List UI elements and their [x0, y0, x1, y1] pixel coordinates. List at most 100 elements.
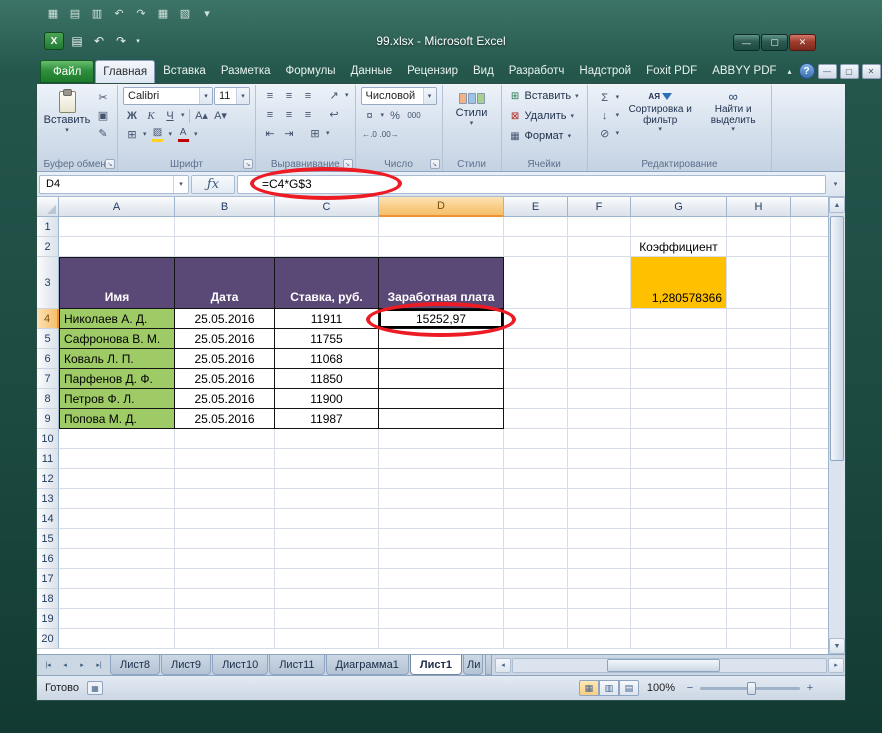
cell-C11[interactable] [275, 449, 379, 469]
cell-H17[interactable] [727, 569, 791, 589]
cell-D3[interactable]: Заработная плата [379, 257, 504, 309]
cell-D17[interactable] [379, 569, 504, 589]
cell-C16[interactable] [275, 549, 379, 569]
cell-A5[interactable]: Сафронова В. М. [59, 329, 175, 349]
tab-Вставка[interactable]: Вставка [156, 60, 213, 83]
cell-E6[interactable] [504, 349, 568, 369]
cell-G20[interactable] [631, 629, 727, 649]
orientation-dropdown-icon[interactable]: ▾ [344, 92, 350, 99]
row-header-10[interactable]: 10 [37, 429, 59, 449]
cell-B12[interactable] [175, 469, 275, 489]
cell-B6[interactable]: 25.05.2016 [175, 349, 275, 369]
save-icon[interactable]: ▤ [66, 5, 84, 22]
align-bottom-icon[interactable]: ≡ [299, 87, 317, 104]
column-header-D[interactable]: D [379, 197, 504, 217]
cell-G18[interactable] [631, 589, 727, 609]
row-header-19[interactable]: 19 [37, 609, 59, 629]
column-header-C[interactable]: C [275, 197, 379, 217]
cell-F18[interactable] [568, 589, 631, 609]
row-header-4[interactable]: 4 [37, 309, 59, 329]
cell-F1[interactable] [568, 217, 631, 237]
cell-E18[interactable] [504, 589, 568, 609]
row-header-18[interactable]: 18 [37, 589, 59, 609]
cell-C20[interactable] [275, 629, 379, 649]
cell-C9[interactable]: 11987 [275, 409, 379, 429]
zoom-in-icon[interactable]: + [803, 681, 817, 695]
cell-G5[interactable] [631, 329, 727, 349]
cell-E14[interactable] [504, 509, 568, 529]
column-header-B[interactable]: B [175, 197, 275, 217]
workbook-restore-icon[interactable]: ▢ [840, 64, 859, 79]
cell-G7[interactable] [631, 369, 727, 389]
percent-format-icon[interactable]: % [386, 107, 404, 124]
sheet-tab-Лист1[interactable]: Лист1 [410, 655, 462, 675]
cell-E17[interactable] [504, 569, 568, 589]
cell-C17[interactable] [275, 569, 379, 589]
cell-A19[interactable] [59, 609, 175, 629]
cell-C3[interactable]: Ставка, руб. [275, 257, 379, 309]
cell-F7[interactable] [568, 369, 631, 389]
cell-A1[interactable] [59, 217, 175, 237]
excel-window-icon[interactable]: ▦ [44, 5, 62, 22]
cell-D10[interactable] [379, 429, 504, 449]
bold-button[interactable]: Ж [123, 107, 141, 124]
cell-C5[interactable]: 11755 [275, 329, 379, 349]
cell-D20[interactable] [379, 629, 504, 649]
tab-Надстрой[interactable]: Надстрой [572, 60, 638, 83]
font-color-dropdown-icon[interactable]: ▾ [193, 131, 199, 138]
cell-B19[interactable] [175, 609, 275, 629]
row-header-14[interactable]: 14 [37, 509, 59, 529]
cell-D16[interactable] [379, 549, 504, 569]
cell-E15[interactable] [504, 529, 568, 549]
cell-B15[interactable] [175, 529, 275, 549]
cell-F8[interactable] [568, 389, 631, 409]
sheet-tab-Лист10[interactable]: Лист10 [212, 655, 268, 675]
cell-A10[interactable] [59, 429, 175, 449]
number-format-dropdown-icon[interactable]: ▾ [423, 88, 436, 104]
cell-A15[interactable] [59, 529, 175, 549]
cell-H13[interactable] [727, 489, 791, 509]
number-format-select[interactable]: Числовой ▾ [361, 87, 437, 105]
cell-B1[interactable] [175, 217, 275, 237]
cell-C7[interactable]: 11850 [275, 369, 379, 389]
resize-grip[interactable] [825, 676, 837, 700]
cell-F17[interactable] [568, 569, 631, 589]
cell-D15[interactable] [379, 529, 504, 549]
cell-E3[interactable] [504, 257, 568, 309]
cell-B3[interactable]: Дата [175, 257, 275, 309]
horizontal-scrollbar[interactable]: ◂ ▸ [494, 655, 845, 675]
font-family-select[interactable]: Calibri ▾ [123, 87, 213, 105]
cell-F3[interactable] [568, 257, 631, 309]
cell-D4[interactable]: 15252,97 [379, 309, 504, 329]
last-sheet-icon[interactable]: ▸| [91, 657, 107, 673]
cell-H2[interactable] [727, 237, 791, 257]
help-icon[interactable]: ? [799, 63, 815, 79]
cell-A18[interactable] [59, 589, 175, 609]
cell-B11[interactable] [175, 449, 275, 469]
cell-A11[interactable] [59, 449, 175, 469]
decrease-indent-icon[interactable]: ⇤ [261, 125, 279, 142]
currency-dropdown-icon[interactable]: ▾ [380, 112, 386, 119]
cell-C14[interactable] [275, 509, 379, 529]
borders-icon[interactable]: ⊞ [123, 126, 141, 143]
cell-A9[interactable]: Попова М. Д. [59, 409, 175, 429]
cell-H15[interactable] [727, 529, 791, 549]
autosum-icon[interactable]: Σ [596, 89, 614, 106]
cell-F12[interactable] [568, 469, 631, 489]
cell-G3[interactable]: 1,280578366 [631, 257, 727, 309]
cell-A3[interactable]: Имя [59, 257, 175, 309]
cell-H4[interactable] [727, 309, 791, 329]
row-header-2[interactable]: 2 [37, 237, 59, 257]
cell-B5[interactable]: 25.05.2016 [175, 329, 275, 349]
row-header-12[interactable]: 12 [37, 469, 59, 489]
cell-B7[interactable]: 25.05.2016 [175, 369, 275, 389]
cell-D19[interactable] [379, 609, 504, 629]
first-sheet-icon[interactable]: |◂ [40, 657, 56, 673]
find-select-button[interactable]: ∞ Найти и выделить ▾ [700, 87, 766, 157]
row-header-3[interactable]: 3 [37, 257, 59, 309]
cell-E12[interactable] [504, 469, 568, 489]
next-sheet-icon[interactable]: ▸ [74, 657, 90, 673]
italic-button[interactable]: К [142, 107, 160, 124]
fill-color-icon[interactable]: ▨ [149, 126, 167, 143]
select-all-corner[interactable] [37, 197, 59, 217]
